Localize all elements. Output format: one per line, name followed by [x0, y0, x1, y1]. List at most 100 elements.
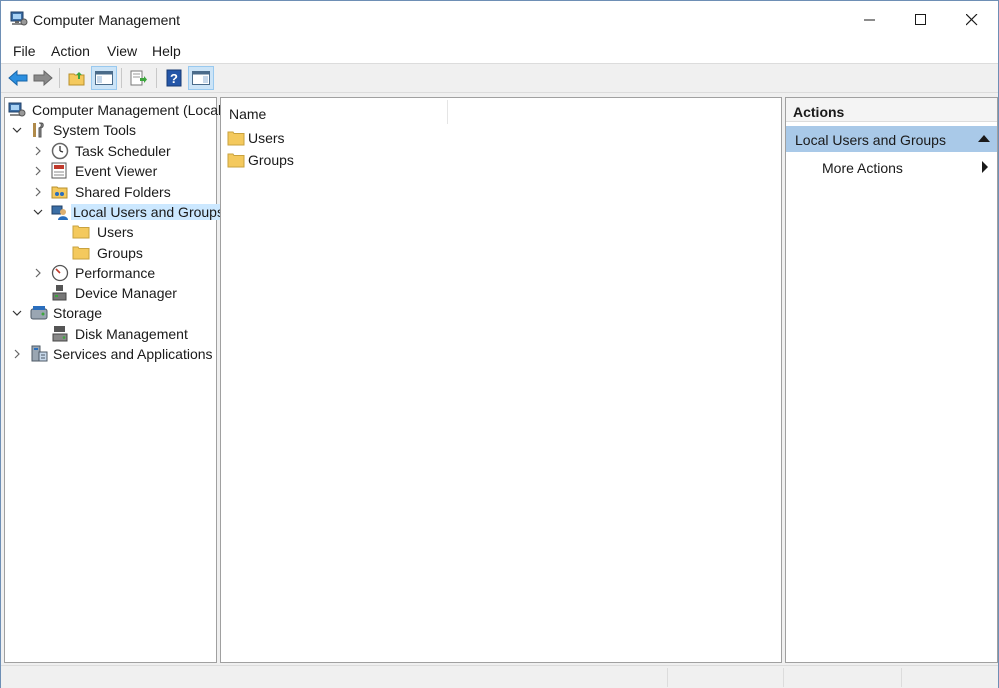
tree-item-users[interactable]: Users	[5, 222, 216, 242]
menu-help[interactable]: Help	[152, 43, 181, 59]
toolbar-separator	[121, 68, 122, 88]
list-item-groups[interactable]: Groups	[221, 149, 781, 171]
tree-item-disk-management[interactable]: Disk Management	[5, 324, 216, 344]
actions-header: Actions	[786, 98, 997, 122]
event-viewer-icon	[51, 162, 67, 179]
show-hide-action-pane-icon	[192, 71, 210, 85]
tree-label: Groups	[97, 245, 143, 261]
tree-item-task-scheduler[interactable]: Task Scheduler	[5, 141, 216, 161]
result-pane: Name Users Groups	[220, 97, 782, 663]
tree-item-performance[interactable]: Performance	[5, 263, 216, 283]
close-button[interactable]	[946, 1, 998, 39]
forward-button[interactable]	[30, 66, 56, 90]
menu-file[interactable]: File	[13, 43, 36, 59]
back-arrow-icon	[8, 70, 28, 86]
minimize-button[interactable]	[844, 1, 896, 39]
export-list-button[interactable]	[126, 66, 152, 90]
tree-item-shared-folders[interactable]: Shared Folders	[5, 182, 216, 202]
chevron-right-icon[interactable]	[33, 164, 43, 178]
chevron-down-icon[interactable]	[12, 123, 22, 137]
tree-label: Services and Applications	[53, 346, 213, 362]
tree-item-local-users-and-groups[interactable]: Local Users and Groups	[5, 202, 226, 222]
tree-item-storage[interactable]: Storage	[5, 303, 216, 323]
chevron-right-icon[interactable]	[33, 266, 43, 280]
menu-view[interactable]: View	[107, 43, 137, 59]
services-icon	[31, 345, 48, 362]
chevron-down-icon[interactable]	[33, 205, 43, 219]
tree-item-system-tools[interactable]: System Tools	[5, 120, 216, 140]
window-title: Computer Management	[33, 12, 181, 28]
users-group-icon	[51, 205, 68, 220]
actions-group-label: Local Users and Groups	[795, 132, 946, 148]
clock-icon	[51, 142, 69, 160]
tree-label: Disk Management	[75, 326, 188, 342]
console-tree: Computer Management (Local) System Tools…	[4, 97, 226, 663]
up-folder-icon	[68, 72, 85, 86]
column-header-name[interactable]: Name	[229, 106, 266, 122]
up-one-level-button[interactable]	[64, 66, 90, 90]
tree-item-services-and-applications[interactable]: Services and Applications	[5, 344, 216, 364]
status-divider	[667, 668, 668, 687]
list-item-users[interactable]: Users	[221, 127, 781, 149]
minimize-icon	[864, 19, 875, 21]
tree-item-groups[interactable]: Groups	[5, 243, 216, 263]
title-bar[interactable]: Computer Management	[1, 1, 998, 39]
chevron-right-icon[interactable]	[33, 144, 43, 158]
more-actions-item[interactable]: More Actions	[786, 155, 997, 179]
tree-label: Users	[97, 224, 134, 240]
chevron-right-icon[interactable]	[12, 347, 22, 361]
device-manager-icon	[52, 285, 67, 301]
list-item-label: Groups	[248, 152, 294, 168]
tools-icon	[33, 122, 44, 138]
status-divider	[783, 668, 784, 687]
menu-bar: File Action View Help	[1, 39, 998, 63]
tree-label: Event Viewer	[75, 163, 158, 179]
column-divider[interactable]	[447, 100, 448, 124]
submenu-arrow-icon	[982, 161, 988, 173]
tree-label: Task Scheduler	[75, 143, 171, 159]
forward-arrow-icon	[33, 70, 53, 86]
tree-label: Shared Folders	[75, 184, 171, 200]
tree-label: Computer Management (Local)	[32, 102, 226, 118]
close-icon	[966, 14, 978, 26]
tree-item-device-manager[interactable]: Device Manager	[5, 283, 216, 303]
tree-label: Storage	[53, 305, 103, 321]
tree-label: Performance	[75, 265, 156, 281]
show-hide-tree-icon	[95, 71, 113, 85]
folder-icon	[227, 131, 245, 146]
help-button[interactable]: ?	[161, 66, 187, 90]
menu-action[interactable]: Action	[51, 43, 90, 59]
folder-icon	[72, 225, 90, 239]
computer-management-window: Computer Management File Action View Hel…	[0, 0, 999, 688]
computer-management-icon	[10, 11, 28, 26]
tree-label: Local Users and Groups	[71, 204, 226, 220]
computer-management-icon	[8, 102, 26, 117]
storage-icon	[30, 306, 48, 320]
toolbar-separator	[156, 68, 157, 88]
disk-management-icon	[52, 326, 68, 342]
status-divider	[901, 668, 902, 687]
toolbar-separator	[59, 68, 60, 88]
show-hide-console-tree-button[interactable]	[91, 66, 117, 90]
folder-icon	[227, 153, 245, 168]
status-bar	[1, 665, 998, 688]
tree-item-computer-management[interactable]: Computer Management (Local)	[5, 100, 226, 120]
list-header: Name	[221, 98, 781, 126]
more-actions-label: More Actions	[822, 160, 903, 176]
maximize-button[interactable]	[895, 1, 947, 39]
show-hide-action-pane-button[interactable]	[188, 66, 214, 90]
actions-title: Actions	[793, 104, 845, 120]
tree-item-event-viewer[interactable]: Event Viewer	[5, 161, 216, 181]
collapse-caret-icon[interactable]	[978, 135, 990, 142]
maximize-icon	[915, 14, 926, 25]
toolbar: ?	[1, 63, 998, 93]
export-list-icon	[130, 70, 147, 86]
chevron-down-icon[interactable]	[12, 306, 22, 320]
tree-label: Device Manager	[75, 285, 177, 301]
shared-folder-icon	[51, 186, 68, 199]
actions-group-local-users-and-groups[interactable]: Local Users and Groups	[786, 126, 997, 152]
tree-label: System Tools	[53, 122, 136, 138]
actions-pane: Actions Local Users and Groups More Acti…	[785, 97, 998, 663]
chevron-right-icon[interactable]	[33, 185, 43, 199]
back-button[interactable]	[5, 66, 31, 90]
